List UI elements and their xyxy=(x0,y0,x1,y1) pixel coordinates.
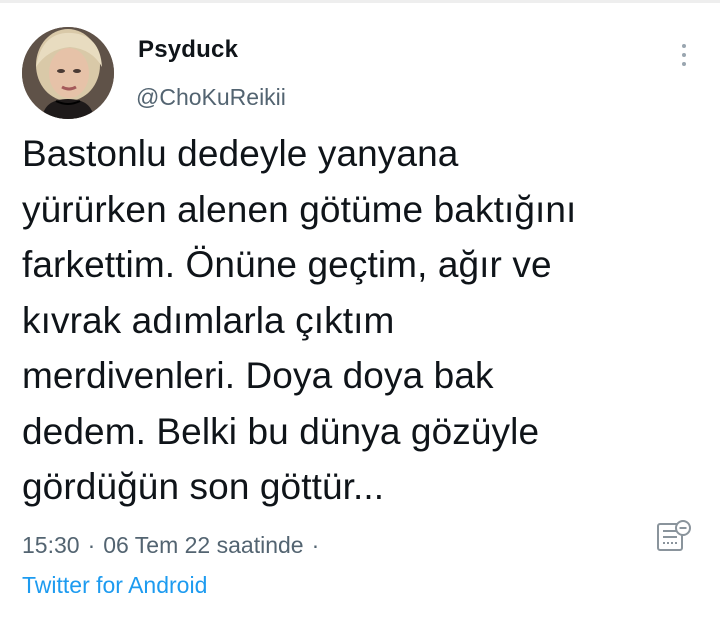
tweet-text-line: Bastonlu dedeyle yanyana xyxy=(22,133,459,174)
tweet-meta: 15:30 · 06 Tem 22 saatinde · xyxy=(22,532,327,559)
tweet-text-line: gördüğün son göttür... xyxy=(22,466,385,507)
tweet-text-line: merdivenleri. Doya doya bak xyxy=(22,355,494,396)
tweet-text: Bastonlu dedeyle yanyana yürürken alenen… xyxy=(22,126,712,515)
top-divider xyxy=(0,0,720,3)
tweet-text-line: kıvrak adımlarla çıktım xyxy=(22,299,395,341)
tweet-text-line: yürürken alenen götüme baktığını xyxy=(22,188,577,230)
tweet-time[interactable]: 15:30 xyxy=(22,532,80,558)
display-name[interactable]: Psyduck xyxy=(138,36,238,64)
avatar[interactable] xyxy=(22,27,114,119)
tweet-source-link[interactable]: Twitter for Android xyxy=(22,572,207,599)
meta-trailing-dot: · xyxy=(311,532,320,558)
avatar-photo xyxy=(22,27,114,119)
analytics-icon[interactable] xyxy=(655,518,695,554)
meta-separator: · xyxy=(87,532,96,558)
tweet-text-line: dedem. Belki bu dünya gözüyle xyxy=(22,410,540,452)
more-vertical-icon[interactable] xyxy=(676,40,692,70)
tweet-text-line: farkettim. Önüne geçtim, ağır ve xyxy=(22,244,552,285)
tweet-date[interactable]: 06 Tem 22 saatinde xyxy=(103,532,303,558)
user-handle[interactable]: @ChoKuReikii xyxy=(136,84,286,111)
